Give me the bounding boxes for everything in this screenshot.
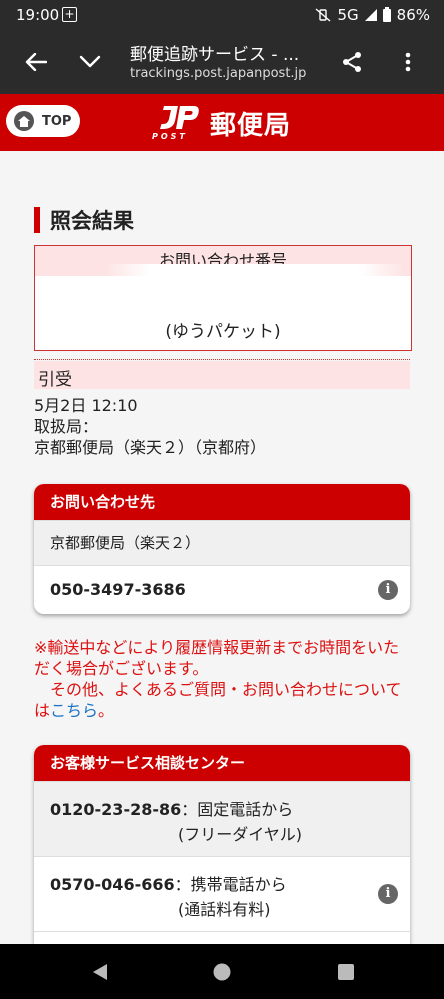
service-row-mobile[interactable]: 0570-046-666：携帯電話から (通話料有料) i bbox=[34, 856, 410, 931]
network-type: 5G bbox=[337, 6, 359, 24]
battery-level: 86% bbox=[396, 6, 430, 24]
event-details: 5月2日 12:10 取扱局： 京都郵便局（楽天２）（京都府） bbox=[34, 395, 266, 458]
collapse-button[interactable] bbox=[72, 44, 108, 80]
info-icon[interactable]: i bbox=[378, 580, 398, 600]
result-heading-text: 照会結果 bbox=[50, 209, 134, 233]
battery-icon bbox=[382, 6, 391, 22]
event-status: 引受 bbox=[38, 370, 72, 390]
mobile-note: (通話料有料) bbox=[178, 900, 271, 919]
mobile-desc: ：携帯電話から bbox=[174, 875, 287, 894]
heading-accent bbox=[34, 207, 40, 233]
status-icons: 5G 86% bbox=[315, 6, 430, 24]
update-notice: ※輸送中などにより履歴情報更新までお時間をいただく場合がございます。 その他、よ… bbox=[34, 637, 414, 721]
service-type: (ゆうパケット) bbox=[165, 322, 281, 342]
nav-back-icon[interactable] bbox=[92, 963, 108, 981]
contact-card-heading: お問い合わせ先 bbox=[34, 484, 410, 520]
top-button-label: TOP bbox=[42, 113, 72, 129]
notice-line-2: その他、よくあるご質問・お問い合わせについてはこちら。 bbox=[34, 679, 414, 721]
page-title: 郵便追跡サービス - ... bbox=[130, 45, 300, 65]
faq-link[interactable]: こちら bbox=[50, 701, 98, 720]
contact-phone-row[interactable]: 050-3497-3686 i bbox=[34, 565, 410, 614]
notice-line-2-end: 。 bbox=[98, 701, 115, 720]
share-button[interactable] bbox=[334, 44, 370, 80]
logo-post-text: POST bbox=[152, 132, 188, 141]
contact-office-name: 京都郵便局（楽天２） bbox=[50, 534, 201, 552]
notice-line-1: ※輸送中などにより履歴情報更新までお時間をいただく場合がございます。 bbox=[34, 638, 400, 678]
status-time: 19:00 bbox=[16, 6, 60, 24]
back-arrow-icon bbox=[25, 53, 47, 71]
page-url[interactable]: trackings.post.japanpost.jp bbox=[130, 66, 306, 81]
service-center-heading: お客様サービス相談センター bbox=[34, 745, 410, 781]
site-header: TOP POST 郵便局 bbox=[0, 94, 444, 151]
nav-home-icon[interactable] bbox=[213, 963, 231, 981]
japanpost-logo[interactable]: POST 郵便局 bbox=[150, 103, 291, 143]
back-button[interactable] bbox=[18, 44, 54, 80]
event-office: 京都郵便局（楽天２）（京都府） bbox=[34, 438, 267, 457]
landline-desc: ：固定電話から bbox=[181, 800, 294, 819]
mobile-number[interactable]: 0570-046-666 bbox=[50, 875, 175, 894]
event-datetime: 5月2日 12:10 bbox=[34, 396, 138, 415]
browser-toolbar: 郵便追跡サービス - ... trackings.post.japanpost.… bbox=[0, 30, 444, 94]
share-icon bbox=[343, 52, 361, 72]
signal-icon bbox=[364, 9, 377, 21]
status-bar: 19:00 + 5G 86% bbox=[0, 0, 444, 30]
home-icon bbox=[14, 111, 34, 131]
inquiry-number-box: お問い合わせ番号 (ゆうパケット) bbox=[34, 245, 412, 351]
service-row-landline[interactable]: 0120-23-28-86：固定電話から (フリーダイヤル) bbox=[34, 781, 410, 856]
more-vertical-icon bbox=[405, 52, 411, 72]
customer-service-card: お客様サービス相談センター 0120-23-28-86：固定電話から (フリーダ… bbox=[34, 745, 410, 975]
chevron-down-icon bbox=[79, 55, 101, 68]
redacted-tracking-number bbox=[105, 264, 405, 304]
top-button[interactable]: TOP bbox=[6, 105, 80, 137]
event-status-row: 引受 bbox=[34, 361, 410, 390]
result-heading: 照会結果 bbox=[34, 206, 134, 234]
contact-office-row: 京都郵便局（楽天２） bbox=[34, 520, 410, 565]
jp-post-mark-icon: POST bbox=[150, 103, 202, 143]
system-nav-bar bbox=[0, 944, 444, 999]
info-icon[interactable]: i bbox=[378, 884, 398, 904]
contact-phone[interactable]: 050-3497-3686 bbox=[50, 580, 186, 599]
event-office-label: 取扱局： bbox=[34, 417, 99, 436]
vibrate-off-icon bbox=[316, 8, 331, 22]
contact-card: お問い合わせ先 京都郵便局（楽天２） 050-3497-3686 i bbox=[34, 484, 410, 614]
notification-plus-icon: + bbox=[62, 7, 77, 22]
nav-recents-icon[interactable] bbox=[338, 964, 354, 980]
more-menu-button[interactable] bbox=[390, 44, 426, 80]
dotted-divider bbox=[34, 359, 410, 360]
landline-number[interactable]: 0120-23-28-86 bbox=[50, 800, 181, 819]
brand-name: 郵便局 bbox=[210, 110, 292, 141]
landline-note: (フリーダイヤル) bbox=[178, 825, 303, 844]
